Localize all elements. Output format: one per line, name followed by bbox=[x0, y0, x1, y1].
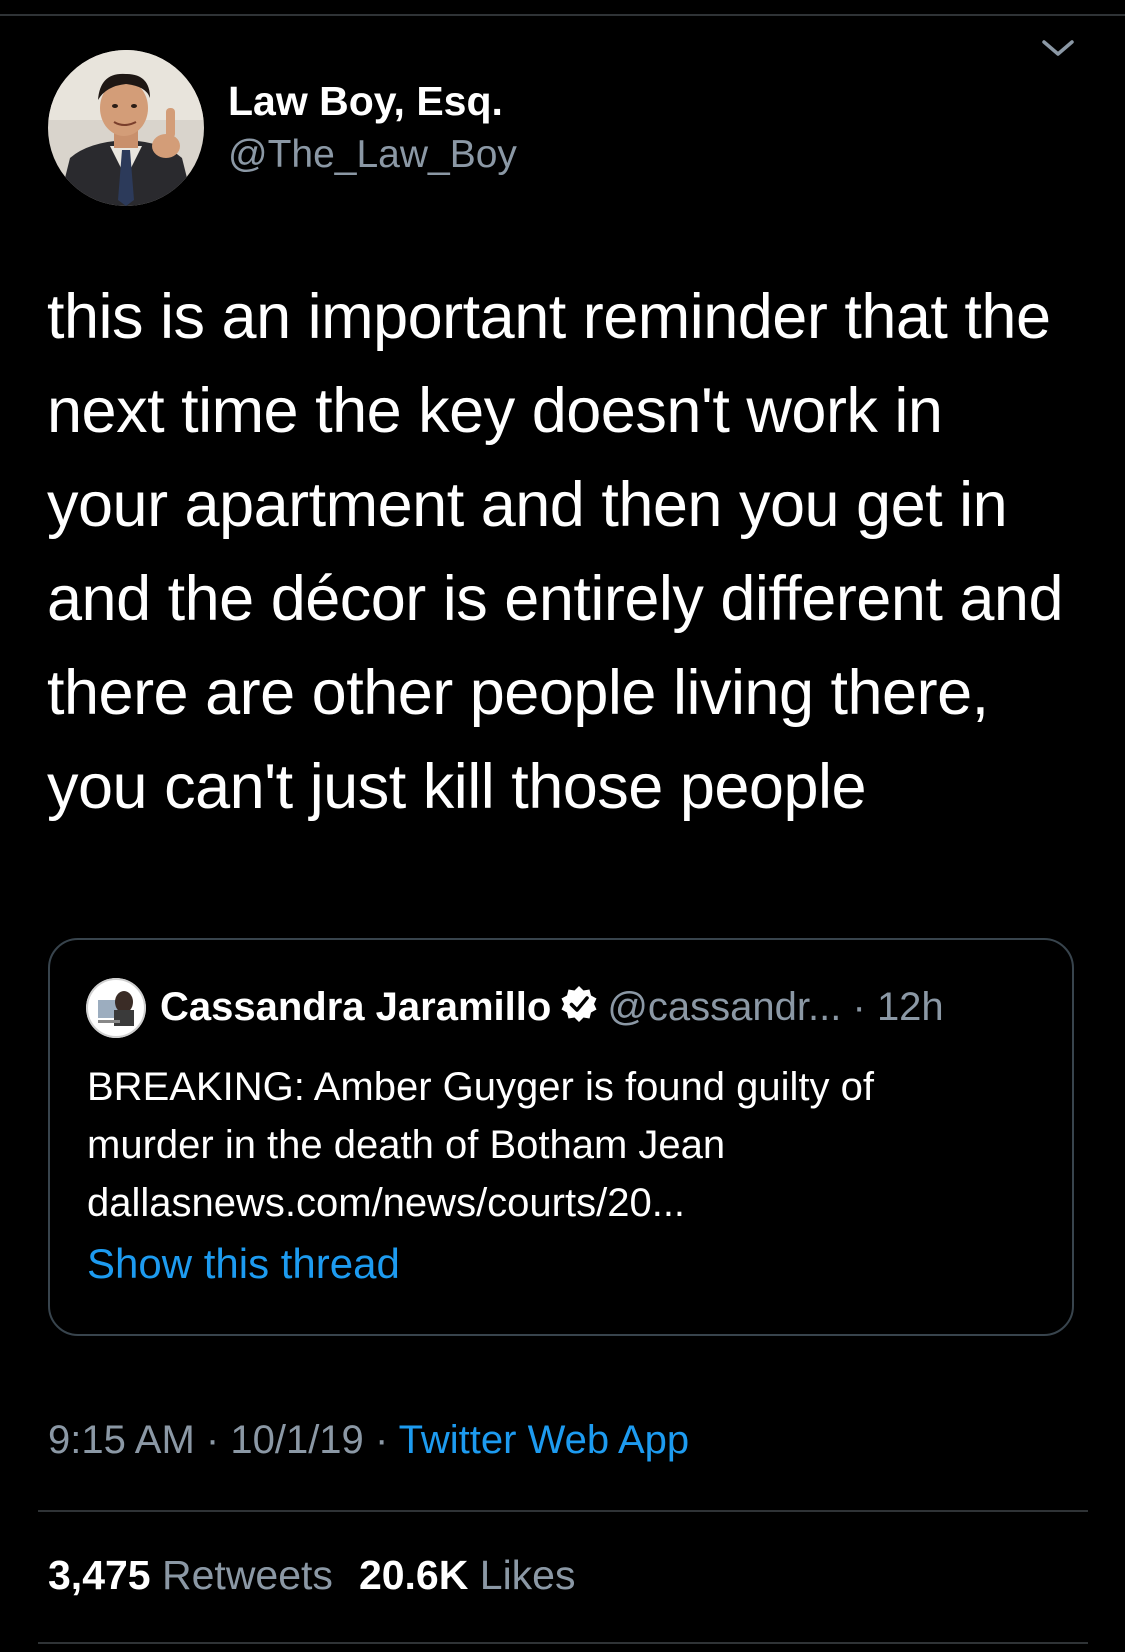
retweets-stat[interactable]: 3,475 Retweets bbox=[48, 1552, 333, 1598]
quoted-author-handle[interactable]: @cassandr... bbox=[607, 985, 841, 1029]
tweet-text: this is an important reminder that the n… bbox=[47, 270, 1087, 834]
author-display-name[interactable]: Law Boy, Esq. bbox=[228, 78, 503, 125]
tweet-text-line: this is an important reminder that the bbox=[47, 282, 1051, 352]
retweets-count: 3,475 bbox=[48, 1552, 151, 1598]
retweets-label: Retweets bbox=[162, 1552, 333, 1598]
quoted-header-separator: · bbox=[852, 985, 866, 1029]
tweet-time: 9:15 AM bbox=[48, 1418, 195, 1462]
quoted-tweet-time[interactable]: 12h bbox=[877, 985, 944, 1029]
top-divider bbox=[0, 14, 1125, 16]
likes-count: 20.6K bbox=[358, 1552, 469, 1598]
quoted-text-line: murder in the death of Botham Jean bbox=[87, 1123, 726, 1167]
quoted-author-avatar[interactable] bbox=[86, 978, 146, 1038]
quoted-tweet-header: Cassandra Jaramillo @cassandr... · 12h bbox=[160, 984, 944, 1034]
tweet-meta: 9:15 AM · 10/1/19 · Twitter Web App bbox=[48, 1418, 689, 1463]
meta-separator: · bbox=[205, 1418, 220, 1462]
tweet-source-link[interactable]: Twitter Web App bbox=[399, 1418, 690, 1462]
quoted-text-line: BREAKING: Amber Guyger is found guilty o… bbox=[87, 1065, 875, 1109]
likes-label: Likes bbox=[479, 1552, 576, 1598]
tweet-text-line: there are other people living there, bbox=[47, 658, 989, 728]
quoted-author-name[interactable]: Cassandra Jaramillo bbox=[160, 985, 551, 1029]
tweet-text-line: you can't just kill those people bbox=[47, 752, 867, 822]
author-avatar[interactable] bbox=[48, 50, 204, 206]
stats-divider-top bbox=[38, 1510, 1088, 1512]
tweet-text-line: your apartment and then you get in bbox=[47, 470, 1008, 540]
tweet-date: 10/1/19 bbox=[230, 1418, 364, 1462]
show-thread-link[interactable]: Show this thread bbox=[87, 1240, 400, 1288]
chevron-down-icon[interactable] bbox=[1038, 34, 1078, 62]
stats-divider-bottom bbox=[38, 1642, 1088, 1644]
verified-badge-icon bbox=[559, 984, 599, 1034]
quoted-tweet-text: BREAKING: Amber Guyger is found guilty o… bbox=[87, 1058, 1047, 1232]
author-handle[interactable]: @The_Law_Boy bbox=[228, 133, 517, 177]
meta-separator: · bbox=[374, 1418, 389, 1462]
tweet-stats: 3,475 Retweets 20.6K Likes bbox=[48, 1552, 601, 1599]
likes-stat[interactable]: 20.6K Likes bbox=[359, 1552, 576, 1598]
quoted-tweet-card[interactable]: Cassandra Jaramillo @cassandr... · 12h B… bbox=[48, 938, 1074, 1336]
quoted-text-link[interactable]: dallasnews.com/news/courts/20... bbox=[87, 1174, 1047, 1232]
tweet-text-line: and the décor is entirely different and bbox=[47, 564, 1064, 634]
tweet-text-line: next time the key doesn't work in bbox=[47, 376, 943, 446]
